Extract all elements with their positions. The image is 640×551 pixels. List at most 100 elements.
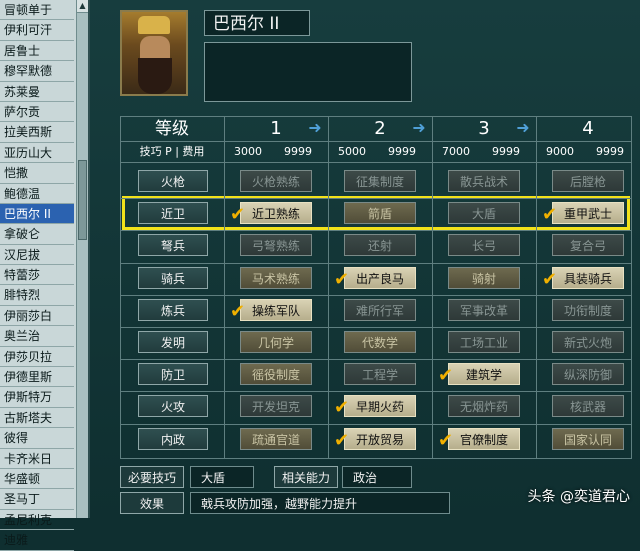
- skill-button[interactable]: 火枪熟练: [240, 170, 312, 192]
- leader-list-item[interactable]: 华盛顿: [0, 469, 74, 490]
- skill-button[interactable]: 新式火炮: [552, 331, 624, 353]
- category-button[interactable]: 近卫: [138, 202, 208, 225]
- skill-button[interactable]: 还射: [344, 234, 416, 257]
- leader-list-item[interactable]: 彼得: [0, 428, 74, 449]
- leader-list-item[interactable]: 圣马丁: [0, 489, 74, 510]
- leader-list-item[interactable]: 汉尼拔: [0, 245, 74, 266]
- leader-list-item[interactable]: 特蕾莎: [0, 265, 74, 286]
- skill-button[interactable]: 弓弩熟练: [240, 234, 312, 257]
- skill-button[interactable]: 工程学: [344, 363, 416, 386]
- leader-list-item[interactable]: 拉美西斯: [0, 122, 74, 143]
- skill-button[interactable]: 代数学: [344, 331, 416, 353]
- skill-button[interactable]: 官僚制度: [448, 427, 520, 450]
- column-divider: [536, 116, 537, 459]
- leader-list-item[interactable]: 冒顿单于: [0, 0, 74, 21]
- leader-list-item[interactable]: 鲍德温: [0, 184, 74, 204]
- leader-portrait: [120, 10, 188, 96]
- row-divider: [120, 198, 632, 200]
- right-arrow-icon: ➜: [308, 118, 322, 137]
- leader-list-item[interactable]: 苏莱曼: [0, 82, 74, 102]
- skill-button[interactable]: 复合弓: [552, 234, 624, 257]
- leader-list-item[interactable]: 巴西尔 II: [0, 203, 74, 225]
- skill-button[interactable]: 开放贸易: [344, 427, 416, 450]
- skill-button[interactable]: 操练军队: [240, 298, 312, 321]
- skill-button[interactable]: 散兵战术: [448, 170, 520, 192]
- skill-button[interactable]: 出产良马: [344, 266, 416, 289]
- category-button[interactable]: 火枪: [138, 170, 208, 192]
- leader-list-item[interactable]: 腓特烈: [0, 285, 74, 306]
- skill-button[interactable]: 核武器: [552, 395, 624, 418]
- category-button[interactable]: 炼兵: [138, 298, 208, 321]
- leader-description-box: [204, 42, 412, 102]
- skill-cost-header: 技巧 P | 费用: [139, 145, 205, 158]
- skill-button[interactable]: 徭役制度: [240, 363, 312, 386]
- skill-button[interactable]: 近卫熟练: [240, 202, 312, 225]
- skill-button[interactable]: 具装骑兵: [552, 266, 624, 289]
- skill-button[interactable]: 难所行军: [344, 298, 416, 321]
- skill-button[interactable]: 征集制度: [344, 170, 416, 192]
- leader-list: 冒顿单于 伊利可汗 居鲁士 穆罕默德 苏莱曼 萨尔贡 拉美西斯 亚历山大 恺撒 鲍德温 巴西尔 II…: [0, 0, 74, 551]
- skill-button[interactable]: 功衔制度: [552, 298, 624, 321]
- checkmark-icon: ✔: [334, 429, 350, 451]
- leader-list-item[interactable]: 奥兰治: [0, 326, 74, 347]
- leader-list-item[interactable]: 古斯塔夫: [0, 408, 74, 429]
- crown-icon: [138, 16, 170, 34]
- skill-button[interactable]: 重甲武士: [552, 202, 624, 225]
- skill-button[interactable]: 箭盾: [344, 202, 416, 225]
- level-cost: 9999: [284, 145, 312, 158]
- checkmark-icon: ✔: [334, 397, 350, 419]
- row-divider: [120, 391, 632, 393]
- related-ability-label: 相关能力: [274, 466, 338, 488]
- beard-icon: [138, 58, 172, 94]
- leader-list-item[interactable]: 伊利可汗: [0, 20, 74, 41]
- effect-label: 效果: [120, 492, 184, 514]
- category-button[interactable]: 骑兵: [138, 266, 208, 289]
- leader-list-item[interactable]: 恺撒: [0, 163, 74, 184]
- skill-button[interactable]: 无烟炸药: [448, 395, 520, 418]
- leader-list-item[interactable]: 拿破仑: [0, 224, 74, 245]
- category-button[interactable]: 内政: [138, 427, 208, 450]
- leader-list-item[interactable]: 卡齐米日: [0, 449, 74, 469]
- leader-list-item[interactable]: 伊丽莎白: [0, 306, 74, 327]
- skill-button[interactable]: 纵深防御: [552, 363, 624, 386]
- level-points: 5000: [338, 145, 366, 158]
- leader-list-item[interactable]: 伊莎贝拉: [0, 347, 74, 368]
- leader-list-item[interactable]: 迪雅: [0, 530, 74, 551]
- category-button[interactable]: 防卫: [138, 363, 208, 386]
- category-button[interactable]: 弩兵: [138, 234, 208, 257]
- skill-button[interactable]: 军事改革: [448, 298, 520, 321]
- leader-list-item[interactable]: 萨尔贡: [0, 102, 74, 123]
- skill-button[interactable]: 大盾: [448, 202, 520, 225]
- leader-list-item[interactable]: 伊德里斯: [0, 367, 74, 388]
- leader-list-item[interactable]: 居鲁士: [0, 41, 74, 62]
- skill-button[interactable]: 长弓: [448, 234, 520, 257]
- right-arrow-icon: ➜: [412, 118, 426, 137]
- scroll-up-icon[interactable]: ▲: [77, 0, 88, 13]
- leader-list-item[interactable]: 孟尼利克: [0, 510, 74, 531]
- skill-button[interactable]: 疏通官道: [240, 427, 312, 450]
- leader-list-item[interactable]: 穆罕默德: [0, 61, 74, 82]
- skill-button[interactable]: 骑射: [448, 266, 520, 289]
- header-divider: [120, 141, 632, 142]
- row-divider: [120, 230, 632, 232]
- category-button[interactable]: 发明: [138, 331, 208, 353]
- skill-button[interactable]: 早期火药: [344, 395, 416, 418]
- leader-list-item[interactable]: 亚历山大: [0, 143, 74, 164]
- row-divider: [120, 262, 632, 264]
- skill-button[interactable]: 国家认同: [552, 427, 624, 450]
- skill-button[interactable]: 开发坦克: [240, 395, 312, 418]
- skill-button[interactable]: 几何学: [240, 331, 312, 353]
- level-points: 3000: [234, 145, 262, 158]
- skill-button[interactable]: 建筑学: [448, 363, 520, 386]
- skill-button[interactable]: 后膛枪: [552, 170, 624, 192]
- leader-list-scrollbar[interactable]: ▲: [76, 0, 88, 518]
- checkmark-icon: ✔: [542, 268, 558, 290]
- category-button[interactable]: 火攻: [138, 395, 208, 418]
- scroll-thumb[interactable]: [78, 160, 87, 240]
- skill-button[interactable]: 工场工业: [448, 331, 520, 353]
- right-arrow-icon: ➜: [516, 118, 530, 137]
- related-ability-value: 政治: [342, 466, 412, 488]
- leader-list-item[interactable]: 伊斯特万: [0, 387, 74, 408]
- level-cost: 9999: [596, 145, 624, 158]
- skill-button[interactable]: 马术熟练: [240, 266, 312, 289]
